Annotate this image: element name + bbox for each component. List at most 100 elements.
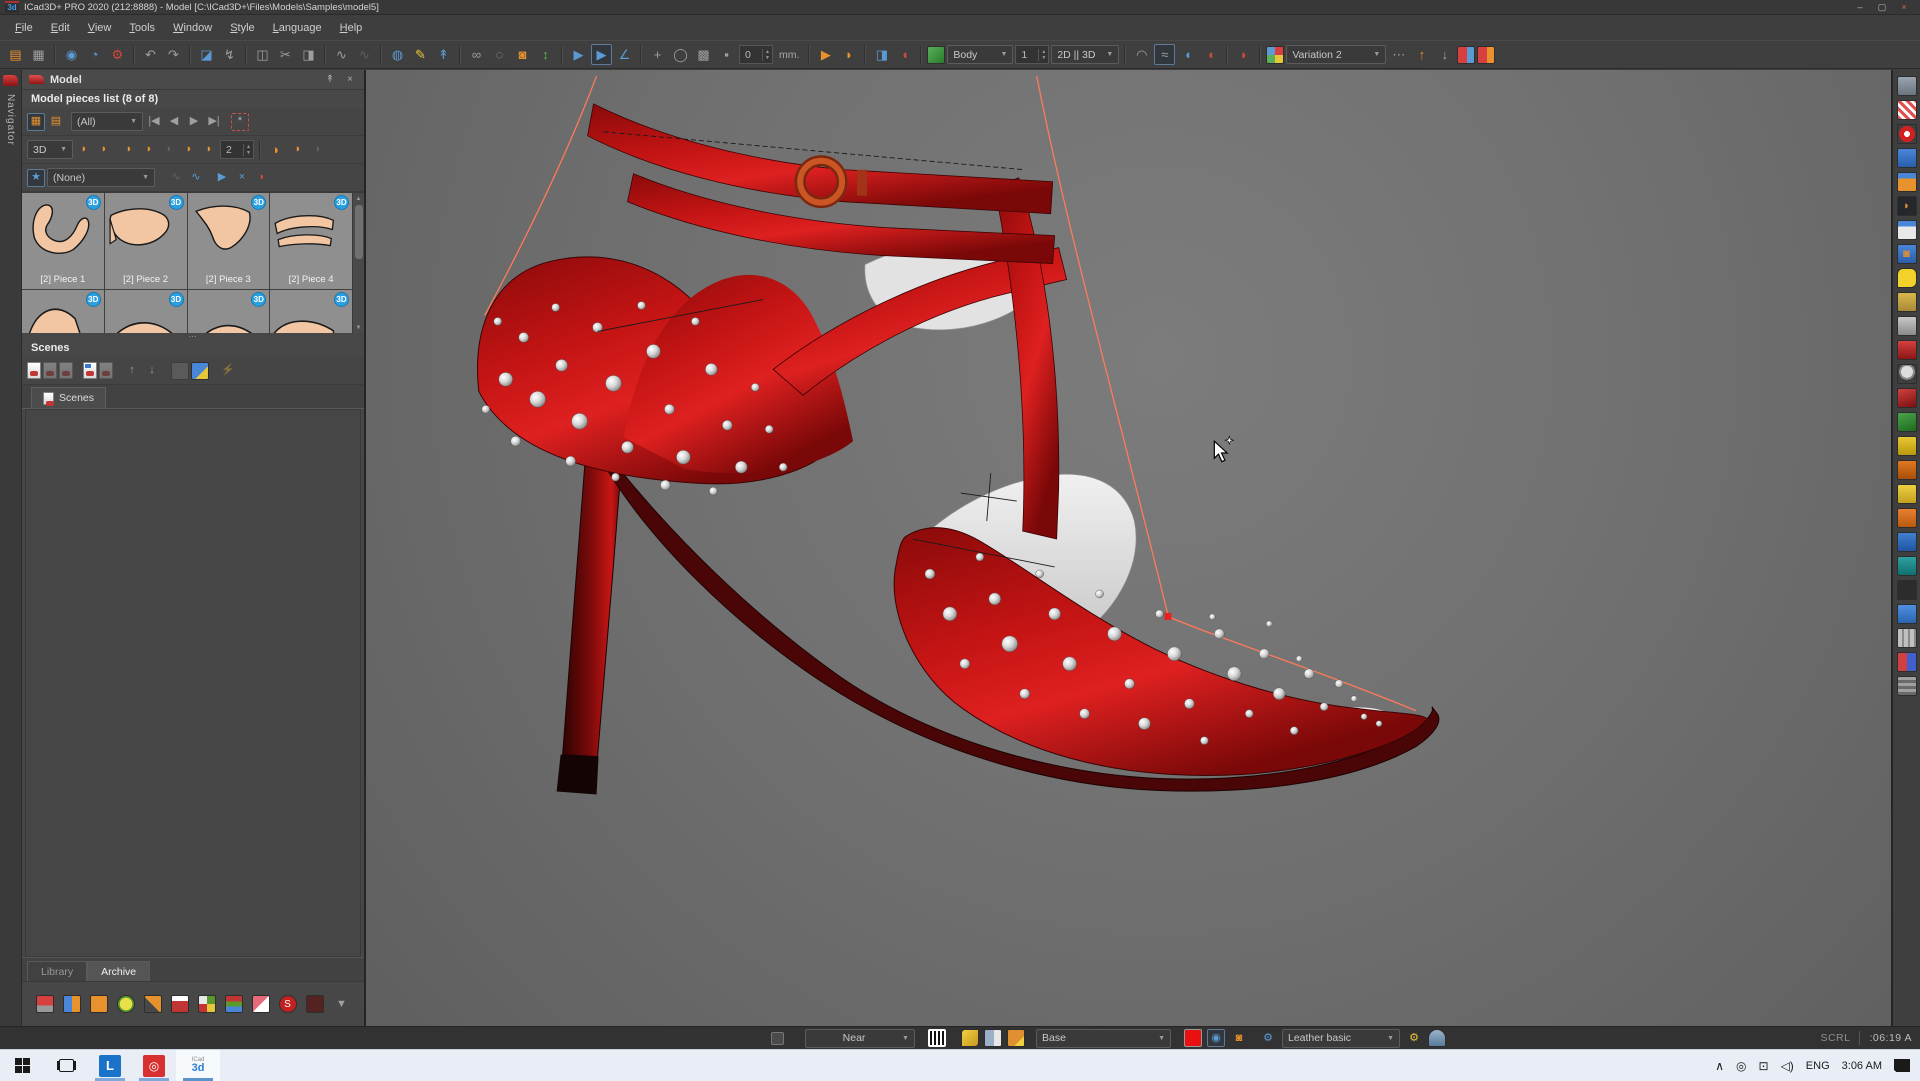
point-edit-button[interactable]: ∿: [187, 169, 205, 187]
export-piece-icon[interactable]: [63, 995, 81, 1013]
undo-button[interactable]: ↶: [140, 44, 161, 65]
spin-down-icon[interactable]: ▼: [244, 150, 253, 156]
style-s-icon[interactable]: S: [279, 995, 297, 1013]
models-stack-icon[interactable]: [225, 995, 243, 1013]
ellipse-button[interactable]: ◯: [670, 44, 691, 65]
favorites-select[interactable]: (None) ▼: [47, 168, 155, 187]
curve-open-button[interactable]: ∿: [331, 44, 352, 65]
spin-down-icon[interactable]: ▼: [1039, 55, 1048, 61]
shoe-red2-button[interactable]: ◖: [1200, 44, 1221, 65]
spinner-arrows[interactable]: ▲ ▼: [243, 144, 253, 156]
body-select[interactable]: Body ▼: [947, 45, 1013, 64]
taskbar-app-icad[interactable]: ICad 3d: [176, 1050, 220, 1081]
menu-file[interactable]: File: [6, 19, 42, 37]
move-button[interactable]: +: [647, 44, 668, 65]
shoe-blue-button[interactable]: ◖: [1177, 44, 1198, 65]
heel-orange-icon[interactable]: [1897, 460, 1917, 480]
variation-add-icon[interactable]: [1457, 46, 1475, 64]
dimension-select[interactable]: 3D ▼: [27, 140, 73, 159]
color-swatch[interactable]: [1184, 1029, 1202, 1047]
scroll-down-icon[interactable]: ▼: [356, 322, 362, 333]
collage-icon[interactable]: [198, 995, 216, 1013]
sole-wave-button[interactable]: ≈: [1154, 44, 1175, 65]
view-mode-select[interactable]: 2D || 3D ▼: [1051, 45, 1119, 64]
menu-style[interactable]: Style: [221, 19, 263, 37]
swatch-button[interactable]: ▪: [716, 44, 737, 65]
piece-thumbnail-4[interactable]: 3D [2] Piece 4: [270, 193, 352, 289]
apply-material-icon[interactable]: [1007, 1029, 1025, 1047]
menu-language[interactable]: Language: [264, 19, 331, 37]
variation-up-button[interactable]: ↑: [1411, 44, 1432, 65]
prev-piece-button[interactable]: ◀: [165, 113, 183, 131]
archive-more-button[interactable]: ▼: [333, 995, 351, 1013]
lasso-button[interactable]: ◌: [489, 44, 510, 65]
button-part-icon[interactable]: [117, 995, 135, 1013]
piece-blue-button[interactable]: ◨: [871, 44, 892, 65]
tray-chevron-up-icon[interactable]: ∧: [1715, 1059, 1724, 1073]
render-distance-select[interactable]: Near ▼: [805, 1029, 915, 1048]
model-panel-icon[interactable]: [3, 75, 18, 86]
tab-archive[interactable]: Archive: [87, 961, 150, 981]
taskbar-app-l[interactable]: L: [88, 1050, 132, 1081]
last-white-icon[interactable]: [1897, 220, 1917, 240]
scene-link-button[interactable]: [191, 362, 209, 380]
pin-button[interactable]: ↟: [433, 44, 454, 65]
angle-button[interactable]: ∠: [614, 44, 635, 65]
scene-effects-button[interactable]: ⚡: [219, 362, 237, 380]
select-button[interactable]: ▶: [591, 44, 612, 65]
dark-tool-icon[interactable]: [1897, 580, 1917, 600]
piece-orange-icon[interactable]: [1897, 172, 1917, 192]
sole-yellow-icon[interactable]: [1897, 436, 1917, 456]
lightbulb-icon[interactable]: [1897, 364, 1917, 384]
language-indicator[interactable]: ENG: [1806, 1060, 1830, 1072]
piece-red-button[interactable]: ◗: [253, 169, 271, 187]
menu-tools[interactable]: Tools: [120, 19, 164, 37]
cursor-star-button[interactable]: ▶: [815, 44, 836, 65]
copy-button[interactable]: ◫: [252, 44, 273, 65]
grid-icon[interactable]: [1897, 676, 1917, 696]
material-donut-icon[interactable]: [1897, 124, 1917, 144]
notification-center-icon[interactable]: [1894, 1059, 1910, 1072]
variation-down-button[interactable]: ↓: [1434, 44, 1455, 65]
menu-view[interactable]: View: [79, 19, 121, 37]
model-red-icon[interactable]: [1897, 340, 1917, 360]
piece-gray-button[interactable]: ◗: [309, 141, 327, 159]
hammer-button[interactable]: ↯: [219, 44, 240, 65]
globe-button[interactable]: ◍: [387, 44, 408, 65]
snapshot-folder-icon[interactable]: [1897, 292, 1917, 312]
variation-list-icon[interactable]: [1477, 46, 1495, 64]
viewport-3d[interactable]: [366, 70, 1893, 1026]
image-button[interactable]: ▩: [693, 44, 714, 65]
spin-down-icon[interactable]: ▼: [763, 55, 772, 61]
material-sphere-button[interactable]: ◔: [84, 44, 105, 65]
menu-help[interactable]: Help: [331, 19, 372, 37]
tab-library[interactable]: Library: [27, 961, 87, 981]
shoe-red-button[interactable]: ◖: [894, 44, 915, 65]
delete-points-button[interactable]: ×: [233, 169, 251, 187]
lock-button[interactable]: ◙: [512, 44, 533, 65]
heel-icon[interactable]: [144, 995, 162, 1013]
sole-flat-button[interactable]: ◠: [1131, 44, 1152, 65]
next-piece-button[interactable]: ▶: [185, 113, 203, 131]
insole-yellow-icon[interactable]: [1897, 484, 1917, 504]
material-select[interactable]: Leather basic ▼: [1282, 1029, 1400, 1048]
redo-button[interactable]: ↷: [163, 44, 184, 65]
layer-select[interactable]: Base ▼: [1036, 1029, 1171, 1048]
menu-window[interactable]: Window: [164, 19, 221, 37]
eraser-button[interactable]: ◪: [196, 44, 217, 65]
thumbnail-scrollbar[interactable]: ▲ ▼: [352, 193, 364, 333]
variation-select[interactable]: Variation 2 ▼: [1286, 45, 1386, 64]
save-button[interactable]: ▦: [28, 44, 49, 65]
copy-material-icon[interactable]: [984, 1029, 1002, 1047]
view-checkbox[interactable]: [771, 1032, 784, 1045]
scroll-up-icon[interactable]: ▲: [356, 193, 362, 204]
measure-button[interactable]: ↕: [535, 44, 556, 65]
paste-button[interactable]: ◨: [298, 44, 319, 65]
point-add-button[interactable]: ∿: [167, 169, 185, 187]
texture-table-icon[interactable]: [1897, 76, 1917, 96]
volume-icon[interactable]: ◁): [1781, 1059, 1794, 1073]
repair-tools-button[interactable]: ⚙: [107, 44, 128, 65]
piece-thumbnail-3[interactable]: 3D [2] Piece 3: [188, 193, 270, 289]
piece-lock-icon[interactable]: ◙: [1897, 244, 1917, 264]
corner-teal-icon[interactable]: [1897, 556, 1917, 576]
